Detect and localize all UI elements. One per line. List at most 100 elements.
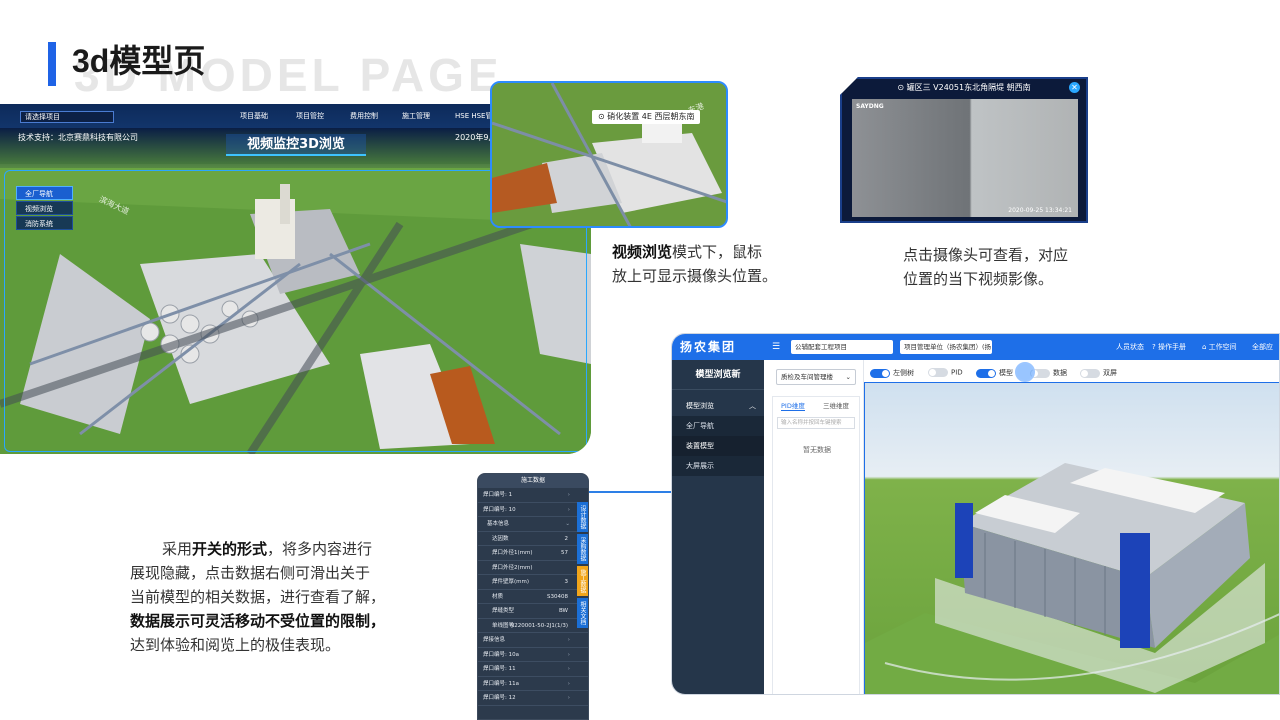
chevron-right-icon: › bbox=[567, 651, 570, 658]
tab-3d-dimension[interactable]: 三维维度 bbox=[823, 400, 849, 410]
tab-related-docs[interactable]: 相关文档 bbox=[577, 598, 588, 628]
chevron-right-icon: › bbox=[567, 506, 570, 513]
nav-hse[interactable]: HSE HSE管 bbox=[455, 111, 493, 121]
toggle-label: PID bbox=[951, 368, 963, 377]
toggle-data[interactable]: 数据 bbox=[1030, 368, 1067, 378]
caption-bold-keyword: 开关的形式 bbox=[192, 540, 268, 558]
toggle-model[interactable]: 模型 bbox=[976, 368, 1013, 378]
camera-title: 罐区三 V24051东北角隔堤 朝西南 bbox=[906, 83, 1031, 92]
toggle-left-tree[interactable]: 左侧树 bbox=[870, 368, 914, 378]
panel-row-label: 焊口编号: 10 bbox=[483, 506, 516, 513]
panel-row[interactable]: 焊口编号: 10 › bbox=[478, 503, 588, 517]
toggle-pid[interactable]: PID bbox=[928, 368, 963, 377]
tab-pid-dimension[interactable]: PID维度 bbox=[781, 400, 805, 411]
panel-side-tabs: 设计数据 采购数据 施工数据 相关文档 bbox=[577, 502, 588, 630]
caption-bold-keyword: 数据展示可灵活移动不受位置的限制， bbox=[130, 612, 386, 630]
switch-on bbox=[976, 368, 996, 378]
tech-support-text: 技术支持：北京赛鼎科技有限公司 bbox=[18, 133, 138, 142]
panel-row-label: 焊缝类型 bbox=[492, 608, 515, 614]
chevron-right-icon: › bbox=[567, 492, 570, 498]
camera-hover-screenshot: ⊙ 硝化装置 4E 西层朝东南 东港 bbox=[490, 81, 728, 228]
tree-search-input[interactable]: 输入名称并按回车键搜索 bbox=[777, 417, 855, 429]
unit-dropdown[interactable]: 项目管理单位（扬农集团）(扬 bbox=[900, 340, 992, 354]
caption-text: 达到体验和阅览上的极佳表现。 bbox=[130, 636, 341, 654]
view-title: 视频监控3D浏览 bbox=[226, 134, 366, 156]
panel-row-label: 焊口外径2(mm) bbox=[492, 564, 533, 571]
chevron-right-icon: › bbox=[567, 637, 570, 643]
caption-toggle-data: 采用开关的形式，将多内容进行 展现隐藏，点击数据右侧可滑出关于 当前模型的相关数… bbox=[130, 537, 385, 657]
caption-text: 展现隐藏，点击数据右侧可滑出关于 bbox=[130, 564, 371, 582]
nav-project-basic[interactable]: 项目基础 bbox=[240, 111, 268, 121]
panel-row[interactable]: 基本信息 ⌄ bbox=[478, 517, 588, 532]
chevron-right-icon: › bbox=[567, 695, 570, 701]
project-select[interactable]: 请选择项目 bbox=[20, 111, 114, 123]
nav-project-control[interactable]: 项目管控 bbox=[296, 111, 324, 121]
panel-row-value: BW bbox=[558, 608, 568, 614]
chevron-right-icon: › bbox=[567, 680, 570, 687]
tab-design-data[interactable]: 设计数据 bbox=[577, 502, 588, 532]
toggle-label: 左侧树 bbox=[893, 369, 914, 377]
sidebar-item-device-model[interactable]: 装置模型 bbox=[672, 436, 764, 456]
title-accent-bar bbox=[48, 42, 56, 86]
tab-purchase-data[interactable]: 采购数据 bbox=[577, 534, 588, 564]
live-video-frame: SAYDNG 2020-09-25 13:34:21 bbox=[852, 99, 1078, 217]
building-select[interactable]: 质检及车间管理楼 ⌄ bbox=[776, 369, 856, 385]
toggle-label: 模型 bbox=[999, 369, 1013, 377]
app-header: 扬农集团 ☰ 公辅配套工程项目 项目管理单位（扬农集团）(扬 人员状态 ? 操作… bbox=[672, 334, 1279, 360]
caption-video-browse: 视频浏览模式下，鼠标 放上可显示摄像头位置。 bbox=[612, 240, 777, 288]
page-title: 3d模型页 bbox=[72, 43, 206, 79]
panel-row-value: 2 bbox=[564, 535, 569, 542]
model-browse-app-screenshot: 扬农集团 ☰ 公辅配套工程项目 项目管理单位（扬农集团）(扬 人员状态 ? 操作… bbox=[671, 333, 1280, 695]
sidebar-group-model-browse[interactable]: 模型浏览 ︿ bbox=[672, 396, 764, 416]
sidebar-item-big-screen[interactable]: 大屏展示 bbox=[672, 456, 764, 476]
panel-row[interactable]: 焊口编号: 10a › bbox=[478, 648, 588, 662]
chevron-right-icon: › bbox=[567, 666, 570, 672]
panel-row-value: 3 bbox=[564, 579, 569, 585]
nav-cost-control[interactable]: 费用控制 bbox=[350, 111, 378, 121]
side-item-plant-nav[interactable]: 全厂导航 bbox=[16, 186, 73, 200]
panel-row-value: S30408 bbox=[547, 593, 568, 600]
panel-row-value: 57 bbox=[561, 550, 568, 556]
caption-text: 采用 bbox=[162, 540, 193, 558]
side-item-video-browse[interactable]: 视频浏览 bbox=[16, 201, 73, 215]
panel-row-value: N220001-50-2J1(1/3) bbox=[510, 622, 568, 629]
tab-construction-data[interactable]: 施工数据 bbox=[577, 566, 588, 596]
nav-construction[interactable]: 施工管理 bbox=[402, 111, 430, 121]
caption-text: 位置的当下视频影像。 bbox=[903, 270, 1054, 288]
header-link-personnel[interactable]: 人员状态 bbox=[1116, 342, 1144, 352]
panel-row-label: 达因数 bbox=[492, 535, 509, 542]
panel-row-label: 材质 bbox=[492, 593, 504, 600]
side-item-fire-system[interactable]: 消防系统 bbox=[16, 216, 73, 230]
caption-text: 点击摄像头可查看，对应 bbox=[903, 246, 1069, 264]
hover-highlight-dot bbox=[1015, 362, 1035, 382]
sidebar-item-plant-nav[interactable]: 全厂导航 bbox=[672, 416, 764, 436]
header-link-manual[interactable]: ? 操作手册 bbox=[1152, 342, 1186, 352]
panel-row: 焊口外径1(mm) 57 bbox=[478, 546, 588, 561]
panel-row-label: 焊口编号: 12 bbox=[483, 695, 516, 701]
toggle-dual-screen[interactable]: 双屏 bbox=[1080, 368, 1117, 378]
panel-row-label: 焊口外径1(mm) bbox=[492, 550, 533, 556]
menu-toggle-icon[interactable]: ☰ bbox=[772, 342, 780, 352]
header-link-label: 操作手册 bbox=[1157, 343, 1186, 351]
empty-state-text: 暂无数据 bbox=[803, 446, 831, 454]
close-icon[interactable]: ✕ bbox=[1069, 82, 1080, 93]
panel-row[interactable]: 焊接信息 › bbox=[478, 633, 588, 648]
caption-text: ，将多内容进行 bbox=[267, 540, 373, 558]
panel-row[interactable]: 焊口编号: 11 › bbox=[478, 662, 588, 677]
header-link-workspace[interactable]: ⌂ 工作空间 bbox=[1202, 342, 1237, 352]
header-link-all[interactable]: 全部应 bbox=[1252, 342, 1273, 352]
panel-row[interactable]: 焊口编号: 11a › bbox=[478, 677, 588, 691]
panel-row: 焊缝类型 BW bbox=[478, 604, 588, 619]
chevron-up-icon: ︿ bbox=[749, 402, 756, 410]
project-dropdown[interactable]: 公辅配套工程项目 bbox=[791, 340, 893, 354]
panel-row[interactable]: 焊口编号: 1 › bbox=[478, 488, 588, 503]
panel-row[interactable]: 焊口编号: 12 › bbox=[478, 691, 588, 706]
construction-data-panel[interactable]: 施工数据 焊口编号: 1 › 焊口编号: 10 › 基本信息 ⌄ 达因数 2 焊口外径1(mm)… bbox=[477, 473, 589, 720]
video-popup-screenshot: ⊙ 罐区三 V24051东北角隔堤 朝西南 ✕ SAYDNG 2020-09-2… bbox=[840, 77, 1088, 223]
header-link-label: 工作空间 bbox=[1208, 343, 1237, 351]
chevron-down-icon: ⌄ bbox=[845, 373, 851, 381]
switch-off bbox=[928, 368, 948, 377]
model-3d-viewport[interactable] bbox=[864, 382, 1279, 694]
panel-row-label: 焊件壁厚(mm) bbox=[492, 579, 530, 585]
camera-icon: ⊙ bbox=[897, 83, 907, 92]
